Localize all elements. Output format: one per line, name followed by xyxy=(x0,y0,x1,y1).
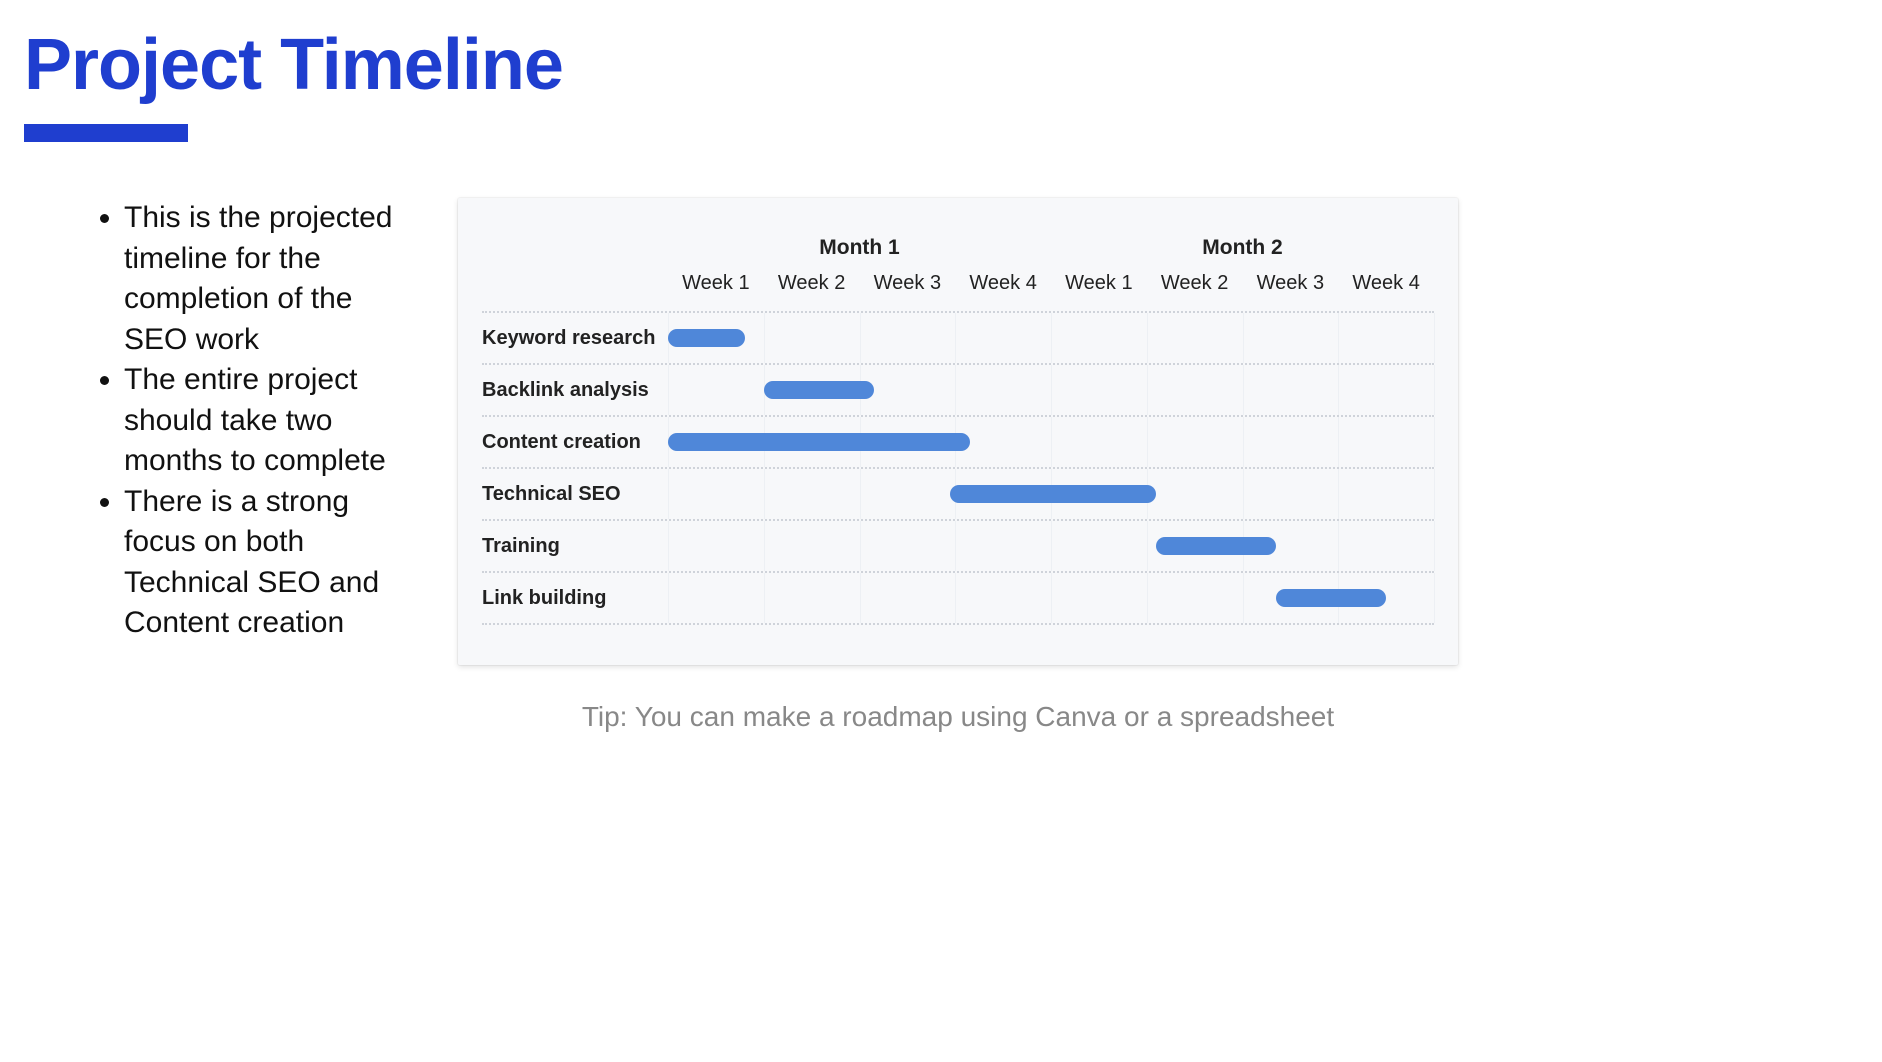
month-header: Month 1 xyxy=(668,236,1051,272)
bullet-item: The entire project should take two month… xyxy=(124,360,414,482)
bullet-item: There is a strong focus on both Technica… xyxy=(124,482,414,644)
week-header: Week 3 xyxy=(1243,272,1339,311)
bullet-list: This is the projected timeline for the c… xyxy=(24,198,414,733)
title-underline xyxy=(24,124,188,142)
gantt-bar xyxy=(668,329,745,347)
gantt-task-label: Keyword research xyxy=(482,327,655,349)
gantt-task-label: Training xyxy=(482,535,560,557)
gantt-bar xyxy=(668,433,970,451)
gantt-row: Keyword research xyxy=(482,311,1434,363)
gantt-bar xyxy=(1156,537,1276,555)
gantt-row: Content creation xyxy=(482,415,1434,467)
gantt-task-label: Link building xyxy=(482,587,606,609)
week-header: Week 3 xyxy=(860,272,956,311)
week-header: Week 2 xyxy=(764,272,860,311)
gantt-task-label: Content creation xyxy=(482,431,641,453)
gantt-bar xyxy=(950,485,1156,503)
gantt-task-label: Technical SEO xyxy=(482,483,621,505)
week-header: Week 1 xyxy=(668,272,764,311)
gantt-chart-panel: Month 1Month 2Week 1Week 2Week 3Week 4We… xyxy=(458,198,1458,665)
gantt-bar xyxy=(1276,589,1386,607)
week-header: Week 4 xyxy=(1338,272,1434,311)
gantt-row: Training xyxy=(482,519,1434,571)
week-header: Week 4 xyxy=(955,272,1051,311)
gantt-task-label: Backlink analysis xyxy=(482,379,649,401)
gantt-bar xyxy=(764,381,874,399)
month-header: Month 2 xyxy=(1051,236,1434,272)
tip-text: Tip: You can make a roadmap using Canva … xyxy=(458,701,1458,733)
bullet-item: This is the projected timeline for the c… xyxy=(124,198,414,360)
page-title: Project Timeline xyxy=(24,24,1846,106)
week-header: Week 2 xyxy=(1147,272,1243,311)
gantt-row: Link building xyxy=(482,571,1434,623)
week-header: Week 1 xyxy=(1051,272,1147,311)
gantt-row: Backlink analysis xyxy=(482,363,1434,415)
gantt-row: Technical SEO xyxy=(482,467,1434,519)
